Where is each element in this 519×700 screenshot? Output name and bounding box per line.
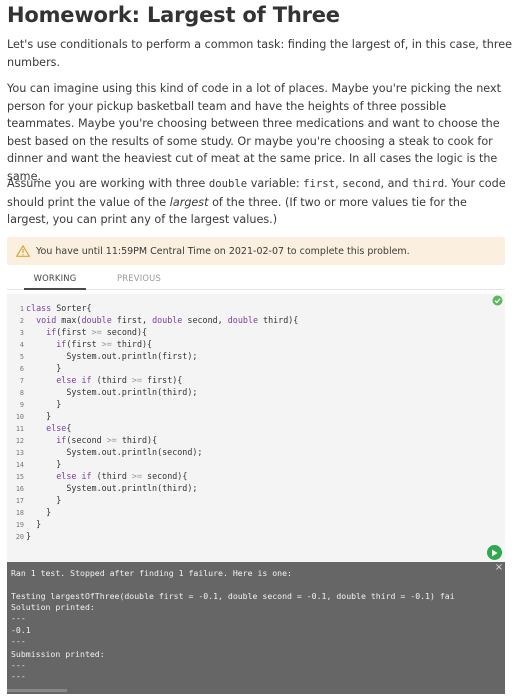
page-title: Homework: Largest of Three bbox=[7, 3, 340, 27]
output-scrollbar[interactable] bbox=[7, 689, 67, 692]
code-text: else if (third >= first){ bbox=[56, 375, 183, 385]
code-line[interactable]: 13 System.out.println(second); bbox=[7, 446, 203, 458]
code-line[interactable]: 19 } bbox=[7, 518, 41, 530]
tab-previous[interactable]: PREVIOUS bbox=[111, 268, 167, 290]
task-paragraph: Assume you are working with three double… bbox=[7, 177, 506, 226]
status-check-icon bbox=[492, 295, 503, 306]
code-text: } bbox=[26, 507, 52, 517]
run-button[interactable] bbox=[487, 545, 502, 560]
code-line[interactable]: 17 } bbox=[7, 494, 61, 506]
code-text: class Sorter{ bbox=[26, 303, 92, 313]
line-number: 20 bbox=[15, 533, 24, 541]
code-line[interactable]: 1 class Sorter{ bbox=[7, 302, 92, 314]
code-text: } bbox=[26, 531, 32, 541]
output-line: --- bbox=[11, 636, 26, 646]
code-text: if(first >= second){ bbox=[46, 327, 148, 337]
output-line: -0.1 bbox=[11, 625, 31, 635]
code-editor[interactable]: 1 class Sorter{2 void max(double first, d… bbox=[7, 294, 505, 562]
deadline-banner: You have until 11:59PM Central Time on 2… bbox=[7, 237, 505, 265]
code-line[interactable]: 16 System.out.println(third); bbox=[7, 482, 198, 494]
play-icon bbox=[492, 549, 498, 556]
code-text: System.out.println(second); bbox=[26, 447, 203, 457]
code-line[interactable]: 9 } bbox=[7, 398, 61, 410]
emphasis-largest: largest bbox=[169, 195, 209, 209]
test-output-panel: Ran 1 test. Stopped after finding 1 fail… bbox=[7, 562, 505, 694]
output-line: Submission printed: bbox=[11, 649, 105, 659]
code-line[interactable]: 8 System.out.println(third); bbox=[7, 386, 198, 398]
code-text: if(first >= third){ bbox=[56, 339, 153, 349]
code-text: } bbox=[26, 411, 52, 421]
context-paragraph: You can imagine using this kind of code … bbox=[7, 82, 501, 183]
code-text: System.out.println(third); bbox=[26, 483, 198, 493]
output-line: Testing largestOfThree(double first = -0… bbox=[11, 591, 455, 601]
inline-code-third: third bbox=[412, 178, 445, 190]
intro-paragraph: Let's use conditionals to perform a comm… bbox=[7, 38, 512, 69]
code-text: } bbox=[26, 495, 62, 505]
output-line: --- bbox=[11, 613, 26, 623]
code-line[interactable]: 11 else{ bbox=[7, 422, 72, 434]
code-line[interactable]: 10 } bbox=[7, 410, 51, 422]
tab-working[interactable]: WORKING bbox=[24, 268, 86, 290]
code-text: void max(double first, double second, do… bbox=[36, 315, 299, 325]
code-text: else if (third >= second){ bbox=[56, 471, 188, 481]
output-line: --- bbox=[11, 660, 26, 670]
code-text: } bbox=[26, 399, 62, 409]
code-line[interactable]: 15 else if (third >= second){ bbox=[7, 470, 188, 482]
code-text: else{ bbox=[46, 423, 72, 433]
code-line[interactable]: 14 } bbox=[7, 458, 61, 470]
code-line[interactable]: 18 } bbox=[7, 506, 51, 518]
warning-icon bbox=[16, 245, 30, 257]
code-text: if(second >= third){ bbox=[56, 435, 158, 445]
editor-tabs: WORKING PREVIOUS bbox=[7, 268, 505, 290]
code-line[interactable]: 12 if(second >= third){ bbox=[7, 434, 157, 446]
code-line[interactable]: 7 else if (third >= first){ bbox=[7, 374, 182, 386]
code-line[interactable]: 4 if(first >= third){ bbox=[7, 338, 152, 350]
inline-code-first: first bbox=[303, 178, 336, 190]
close-output-button[interactable]: × bbox=[493, 562, 505, 573]
output-line: Ran 1 test. Stopped after finding 1 fail… bbox=[11, 568, 292, 578]
inline-code-double: double bbox=[208, 178, 248, 190]
deadline-text: You have until 11:59PM Central Time on 2… bbox=[36, 245, 410, 257]
inline-code-second: second bbox=[342, 178, 381, 190]
code-line[interactable]: 3 if(first >= second){ bbox=[7, 326, 147, 338]
code-line[interactable]: 5 System.out.println(first); bbox=[7, 350, 198, 362]
code-text: } bbox=[26, 363, 62, 373]
output-line: Solution printed: bbox=[11, 602, 95, 612]
code-text: } bbox=[26, 459, 62, 469]
code-line[interactable]: 20} bbox=[7, 530, 31, 542]
code-text: } bbox=[26, 519, 42, 529]
code-line[interactable]: 2 void max(double first, double second, … bbox=[7, 314, 298, 326]
code-line[interactable]: 6 } bbox=[7, 362, 61, 374]
output-line: --- bbox=[11, 671, 26, 681]
code-text: System.out.println(first); bbox=[26, 351, 198, 361]
code-text: System.out.println(third); bbox=[26, 387, 198, 397]
